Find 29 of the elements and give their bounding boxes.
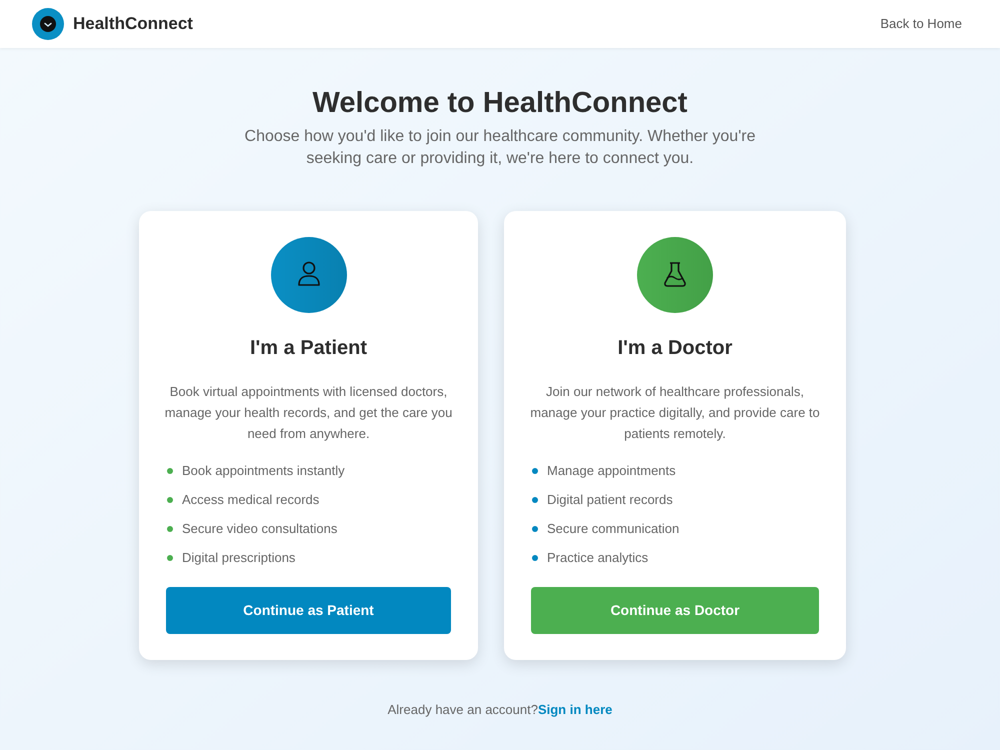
bullet-icon xyxy=(167,468,173,474)
card-description: Join our network of healthcare professionals, manage your practice digitally, and provide care to patients remotely. xyxy=(529,383,821,443)
brand-name: HealthConnect xyxy=(73,13,193,36)
logo-icon xyxy=(32,8,64,40)
page-title: Welcome to HealthConnect xyxy=(312,86,688,121)
bullet-icon xyxy=(167,497,173,503)
feature-text: Book appointments instantly xyxy=(182,462,345,480)
feature-text: Practice analytics xyxy=(547,549,648,567)
card-description: Book virtual appointments with licensed doctors, manage your health records, and get the care you need from anywhere. xyxy=(164,383,454,443)
bullet-icon xyxy=(167,526,173,532)
feature-text: Digital prescriptions xyxy=(182,549,296,567)
sign-in-link[interactable]: Sign in here xyxy=(538,702,612,717)
sign-in-prompt: Already have an account?Sign in here xyxy=(388,701,612,719)
bullet-icon xyxy=(532,526,538,532)
feature-text: Secure video consultations xyxy=(182,520,338,538)
bullet-icon xyxy=(532,555,538,561)
feature-text: Access medical records xyxy=(182,491,320,509)
bullet-icon xyxy=(532,497,538,503)
card-title: I'm a Doctor xyxy=(618,336,732,361)
feature-text: Digital patient records xyxy=(547,491,673,509)
continue-button[interactable]: Continue as Patient xyxy=(166,587,451,634)
feature-text: Manage appointments xyxy=(547,462,676,480)
continue-button[interactable]: Continue as Doctor xyxy=(531,587,819,634)
page-subtitle: Choose how you'd like to join our healthcare community. Whether you're seeking care or providing it, we're here to connect you. xyxy=(244,127,756,169)
bullet-icon xyxy=(532,468,538,474)
card-title: I'm a Patient xyxy=(250,336,367,361)
bullet-icon xyxy=(167,555,173,561)
feature-text: Secure communication xyxy=(547,520,680,538)
back-to-home-link[interactable]: Back to Home xyxy=(880,14,962,34)
